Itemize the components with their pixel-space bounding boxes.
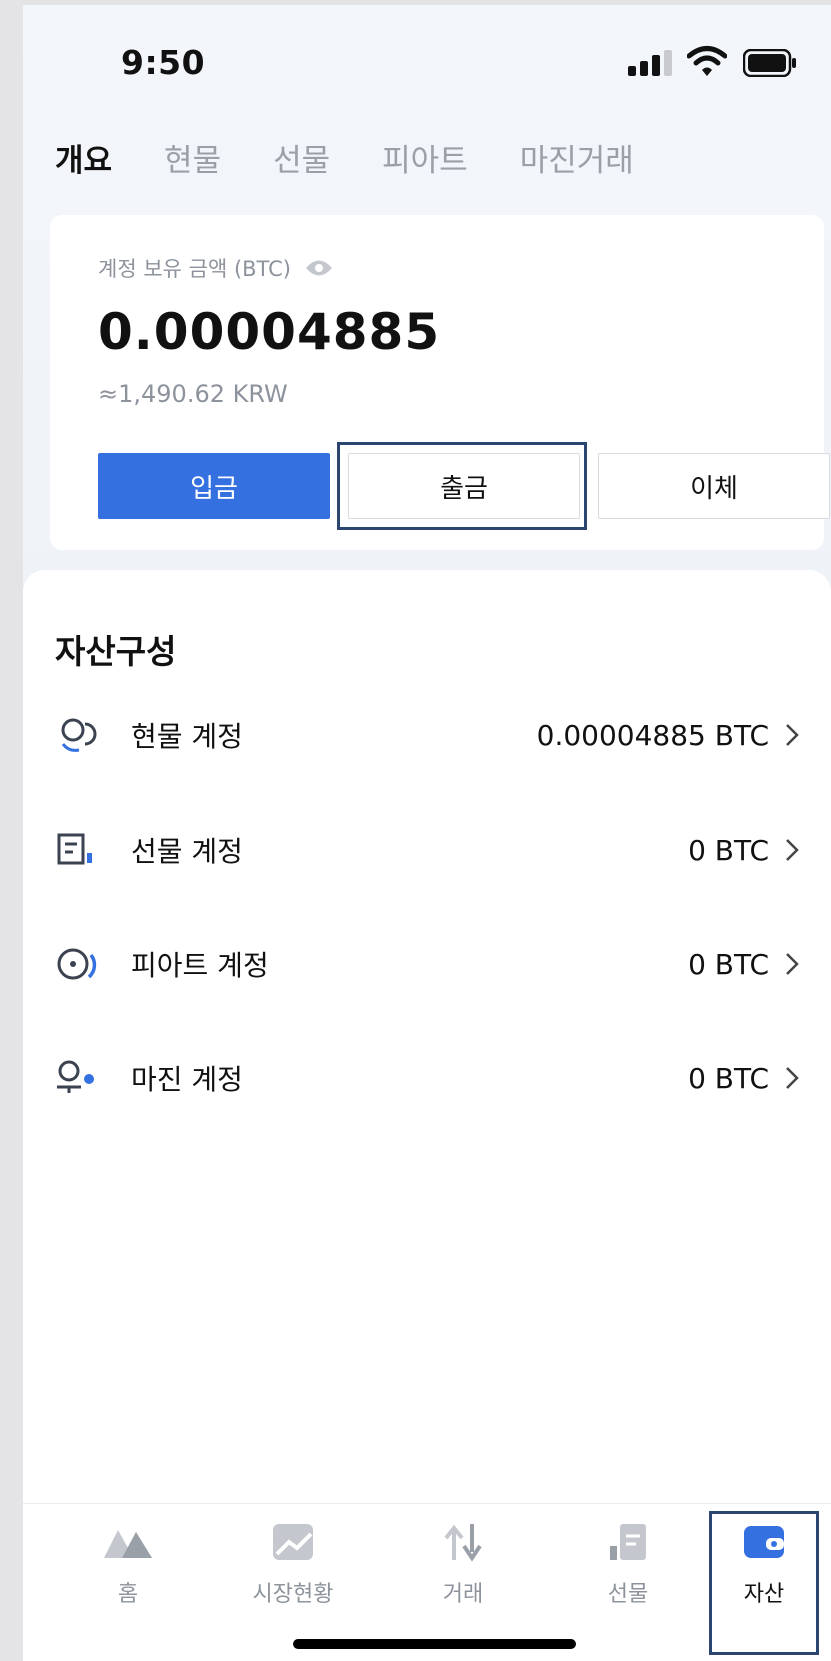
market-icon xyxy=(273,1524,313,1560)
futures-account-icon xyxy=(57,833,92,865)
tab-futures[interactable]: 선물 xyxy=(273,135,330,180)
cellular-signal-icon xyxy=(628,50,672,76)
status-time: 9:50 xyxy=(121,43,206,82)
balance-label-row: 계정 보유 금액 (BTC) xyxy=(98,253,333,283)
fiat-account-icon xyxy=(57,948,97,980)
withdraw-highlight-box xyxy=(337,442,587,530)
assets-title: 자산구성 xyxy=(55,632,177,671)
battery-icon xyxy=(743,49,796,77)
asset-row-name: 현물 계정 xyxy=(131,720,243,753)
asset-row-value: 0 BTC xyxy=(688,1061,769,1095)
trade-icon xyxy=(444,1524,482,1562)
asset-row-name: 마진 계정 xyxy=(131,1063,243,1096)
asset-row-spot[interactable]: 현물 계정 0.00004885 BTC xyxy=(55,705,801,765)
asset-row-name: 피아트 계정 xyxy=(131,949,269,982)
futures-icon xyxy=(610,1524,646,1560)
nav-label: 거래 xyxy=(442,1582,484,1607)
balance-amount: 0.00004885 xyxy=(98,303,441,361)
nav-home[interactable]: 홈 xyxy=(58,1522,198,1608)
spot-account-icon xyxy=(61,718,97,752)
asset-composition: 자산구성 현물 계정 0.00004885 BTC 선물 계정 0 BTC 피아… xyxy=(23,570,831,1570)
asset-row-name: 선물 계정 xyxy=(131,835,243,868)
balance-label: 계정 보유 금액 (BTC) xyxy=(98,257,291,281)
transfer-button[interactable]: 이체 xyxy=(598,453,830,519)
asset-row-margin[interactable]: 마진 계정 0 BTC xyxy=(55,1048,801,1108)
chevron-right-icon xyxy=(786,1067,799,1089)
balance-fiat: ≈1,490.62 KRW xyxy=(98,380,288,408)
wifi-icon xyxy=(687,46,727,76)
tab-overview[interactable]: 개요 xyxy=(55,135,112,180)
margin-account-icon xyxy=(57,1060,94,1093)
nav-market[interactable]: 시장현황 xyxy=(223,1522,363,1608)
chevron-right-icon xyxy=(786,839,799,861)
chevron-right-icon xyxy=(786,953,799,975)
nav-futures[interactable]: 선물 xyxy=(558,1522,698,1608)
asset-row-value: 0.00004885 BTC xyxy=(536,718,769,752)
account-tabs: 개요 현물 선물 피아트 마진거래 xyxy=(55,135,686,180)
deposit-button[interactable]: 입금 xyxy=(98,453,330,519)
nav-label: 홈 xyxy=(117,1582,139,1607)
tab-margin[interactable]: 마진거래 xyxy=(520,135,634,180)
home-indicator[interactable] xyxy=(293,1639,576,1649)
asset-row-value: 0 BTC xyxy=(688,833,769,867)
phone-screen: 9:50 개요 현물 선물 피아트 마진거래 계정 보유 금액 (BTC) 0.… xyxy=(23,5,831,1661)
nav-label: 선물 xyxy=(607,1582,649,1607)
asset-row-futures[interactable]: 선물 계정 0 BTC xyxy=(55,820,801,880)
balance-card: 계정 보유 금액 (BTC) 0.00004885 ≈1,490.62 KRW … xyxy=(50,215,830,550)
home-icon xyxy=(104,1530,152,1558)
asset-row-fiat[interactable]: 피아트 계정 0 BTC xyxy=(55,934,801,994)
nav-trade[interactable]: 거래 xyxy=(393,1522,533,1608)
status-bar: 9:50 xyxy=(23,5,831,115)
assets-nav-highlight-box xyxy=(709,1511,819,1655)
nav-label: 시장현황 xyxy=(252,1582,334,1607)
asset-row-value: 0 BTC xyxy=(688,947,769,981)
eye-icon[interactable] xyxy=(305,259,333,277)
chevron-right-icon xyxy=(786,724,799,746)
tab-spot[interactable]: 현물 xyxy=(164,135,221,180)
tab-fiat[interactable]: 피아트 xyxy=(382,135,468,180)
